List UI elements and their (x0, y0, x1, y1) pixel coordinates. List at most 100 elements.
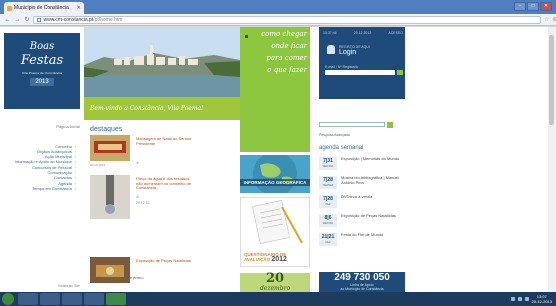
agenda-item[interactable]: 7|28 DEZ/DEZ Mostra bio-bibliográfica | … (319, 175, 405, 195)
agenda-title[interactable]: Exposição de Peças Natalícias (341, 213, 403, 219)
agenda-date: 7|28 DEZ (319, 195, 337, 208)
welcome-banner: Bem-vindo a Constância, Vila Poema! (84, 97, 240, 120)
agenda-item[interactable]: 7|31 DEZ/JAN Exposição | Memórias do Mun… (319, 156, 405, 176)
agenda-days: 8|6 (324, 215, 332, 221)
news-title[interactable]: Preço da água e dos resíduos não aumenta… (136, 176, 196, 191)
network-icon[interactable] (517, 297, 522, 301)
agenda-item[interactable]: 7|28 DEZ DVDteca à venda (319, 194, 405, 214)
tab-title: Município de Constância (14, 5, 69, 11)
more-icon[interactable]: ⊕ (136, 161, 139, 165)
agenda-title[interactable]: Mostra bio-bibliográfica | Manuel Antóni… (341, 175, 403, 185)
agenda-title[interactable]: DVDteca à venda (341, 194, 403, 200)
window-controls: – □ ✕ (514, 2, 552, 11)
login-link[interactable]: Login (339, 49, 356, 56)
link-para-comer[interactable]: para comer (245, 55, 307, 62)
browser-menu-icon[interactable]: ≡ (552, 17, 556, 23)
news-date: 20.12.2013 (90, 163, 106, 167)
reload-icon[interactable]: ↻ (24, 16, 31, 23)
menu-item-informacao[interactable]: Informação e Apoio ao Munícipe (2, 159, 76, 165)
middle-column: como chegar onde ficar para comer o que … (240, 27, 310, 292)
left-column: Boas Festas Vila Poema de Constância 201… (0, 27, 84, 292)
login-input[interactable] (325, 70, 395, 75)
news-title[interactable]: Mensagem de Natal do Senhor Presidente (136, 136, 196, 146)
current-date: 20.12.2013 (353, 31, 372, 35)
home-link[interactable]: Página Inicial (4, 124, 80, 129)
maximize-icon[interactable]: □ (527, 2, 539, 11)
agenda-date: 7|31 DEZ/JAN (319, 157, 337, 170)
more-icon[interactable]: ⊕ (136, 195, 139, 199)
minimize-icon[interactable]: – (514, 2, 526, 11)
volume-icon[interactable] (524, 297, 529, 301)
village-photo (84, 27, 240, 97)
scrollbar-thumb[interactable] (549, 35, 554, 125)
agenda-item[interactable]: 8|6 DEZ/JAN Exposição de Peças Natalícia… (319, 213, 405, 233)
logo-year: 2013 (30, 78, 54, 86)
page-scrollbar[interactable] (548, 27, 556, 292)
user-icon (327, 45, 335, 54)
tourism-panel: como chegar onde ficar para comer o que … (240, 27, 310, 152)
taskbar-app-chrome[interactable] (40, 293, 60, 305)
taskbar-app-explorer[interactable] (18, 293, 38, 305)
geo-info-label: INFORMAÇÃO GEOGRÁFICA (240, 179, 310, 186)
taskbar-app-media[interactable] (62, 293, 82, 305)
agenda-list: 7|31 DEZ/JAN Exposição | Memórias do Mun… (319, 156, 405, 252)
survey-banner[interactable]: QUESTIONÁRIO DE AVALIAÇÃO 2012 (240, 197, 310, 267)
date-banner[interactable]: 20 dezembro (240, 272, 310, 292)
site-logo[interactable]: Boas Festas Vila Poema de Constância 201… (4, 33, 80, 109)
flag-icon[interactable] (510, 297, 515, 301)
address-bar[interactable]: www.cm-constancia.pt /pt/home.htm (33, 15, 542, 24)
os-taskbar: 13:07 20-12-2013 (0, 292, 556, 306)
phone-line-2: ao Município de Constância (340, 287, 384, 291)
news-item[interactable]: 20.12.2013 Mensagem de Natal do Senhor P… (90, 135, 236, 175)
phone-number: 249 730 050 (334, 272, 390, 283)
close-tab-icon[interactable]: ✕ (77, 5, 81, 11)
agenda-date: 7|28 DEZ/DEZ (319, 176, 337, 189)
right-column: 10:37:46 20.12.2013 ACESSO REGISTO DE AQ… (313, 27, 405, 292)
news-date: 20.12.13 (136, 201, 150, 205)
clock[interactable]: 13:07 20-12-2013 (532, 294, 552, 304)
access-label[interactable]: ACESSO (388, 31, 403, 35)
visits-counter: Visitas ao Site (57, 284, 80, 288)
logo-subtitle: Vila Poema de Constância (21, 71, 63, 75)
news-extra: + de 8 de dezembro a 6 de janeiro (90, 276, 144, 280)
link-onde-ficar[interactable]: onde ficar (245, 43, 307, 50)
search-button[interactable] (387, 122, 393, 128)
window-close-icon[interactable]: ✕ (540, 2, 552, 11)
forward-icon[interactable]: → (14, 17, 21, 23)
login-submit-button[interactable] (397, 70, 403, 75)
phone-support-banner[interactable]: 249 730 050 Linha de Apoio ao Município … (319, 272, 405, 292)
taskbar-app-folder[interactable] (84, 293, 104, 305)
news-thumbnail[interactable] (90, 135, 130, 161)
menu-item-tempo[interactable]: Tempo em Constância (2, 186, 76, 191)
news-item[interactable]: Preço da água e dos resíduos não aumenta… (90, 175, 236, 235)
url-path: /pt/home.htm (93, 16, 123, 23)
agenda-days: 7|31 (323, 158, 333, 164)
login-box: 10:37:46 20.12.2013 ACESSO REGISTO DE AQ… (319, 27, 405, 99)
news-item[interactable]: Exposição de Peças Natalícias + de 8 de … (90, 257, 236, 292)
bookmark-star-icon[interactable]: ☆ (544, 16, 549, 23)
agenda-month: DEZ/JAN (322, 222, 334, 225)
start-button[interactable] (2, 293, 14, 305)
geo-info-banner[interactable]: INFORMAÇÃO GEOGRÁFICA (240, 155, 310, 193)
agenda-title[interactable]: Festa do Fim de Mundo (341, 232, 403, 238)
browser-toolbar: ← → ↻ www.cm-constancia.pt /pt/home.htm … (0, 14, 556, 26)
back-icon[interactable]: ← (4, 17, 11, 23)
news-title[interactable]: Exposição de Peças Natalícias (136, 258, 196, 264)
agenda-days: 7|28 (323, 196, 333, 202)
favicon-icon (7, 5, 12, 11)
advanced-search-link[interactable]: Pesquisa Avançada (319, 133, 350, 137)
browser-tab[interactable]: Município de Constância ✕ (4, 2, 84, 14)
agenda-date: 8|6 DEZ/JAN (319, 214, 337, 227)
agenda-month: DEZ (325, 241, 331, 244)
tourism-links: como chegar onde ficar para comer o que … (245, 31, 307, 74)
search-input[interactable] (319, 122, 385, 127)
news-thumbnail[interactable] (90, 175, 130, 219)
agenda-month: DEZ/JAN (322, 165, 334, 168)
taskbar-app-excel[interactable] (106, 293, 126, 305)
agenda-title[interactable]: Exposição | Memórias do Mundo (341, 156, 403, 162)
agenda-item[interactable]: 21|21 DEZ Festa do Fim de Mundo (319, 232, 405, 252)
main-menu: Concelho Órgãos Autárquicos Ação Municip… (2, 144, 76, 191)
logo-line-1: Boas (29, 41, 55, 52)
link-como-chegar[interactable]: como chegar (245, 31, 307, 38)
link-o-que-fazer[interactable]: o que fazer (245, 67, 307, 74)
